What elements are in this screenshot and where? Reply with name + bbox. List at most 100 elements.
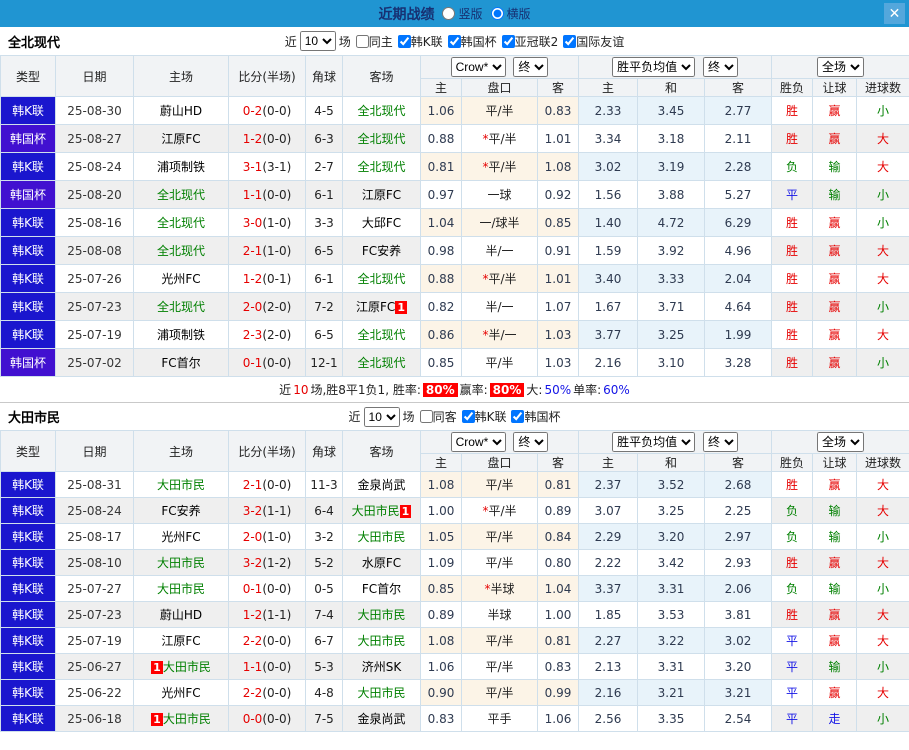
- match-count-select[interactable]: 10: [363, 406, 400, 427]
- cell-crow-away-odds: 1.08: [536, 152, 580, 181]
- cell-opponent-team: 江原FC: [133, 627, 229, 654]
- section-filters: 近 10 场 同客 韩K联 韩国杯: [349, 406, 560, 427]
- summary-part: 60%: [603, 382, 630, 397]
- halftime-score: (1-1): [262, 607, 292, 622]
- table-row: 韩K联 25-08-24 浦项制铁 3-1(3-1) 2-7 全北现代 0.81 *平/半 1.…: [0, 152, 909, 181]
- cell-result-wdl: 胜: [771, 471, 814, 498]
- cell-avg-draw-odds: 3.25: [637, 320, 706, 349]
- cell-league: 韩K联: [0, 96, 56, 125]
- filter-checkbox[interactable]: 国际友谊: [563, 33, 624, 50]
- filter-checkbox-input[interactable]: [501, 34, 515, 48]
- halftime-score: (0-0): [262, 633, 292, 648]
- close-icon[interactable]: ✕: [884, 3, 905, 24]
- average-select[interactable]: 胜平负均值: [612, 57, 696, 77]
- cell-result-handicap: 走: [812, 705, 858, 732]
- fulltime-score: 3-1: [242, 159, 263, 174]
- cell-result-handicap: 输: [812, 575, 858, 602]
- cell-avg-home-odds: 1.40: [578, 208, 639, 237]
- table-row: 韩K联 25-08-31 大田市民 2-1(0-0) 11-3 金泉尚武 1.08 平/半 0.…: [0, 471, 909, 498]
- group-average-odds: 胜平负均值 终: [578, 430, 773, 454]
- cell-avg-draw-odds: 3.53: [637, 601, 706, 628]
- cell-focal-team: 大田市民: [342, 601, 421, 628]
- cell-result-handicap: 赢: [812, 627, 858, 654]
- final-select-1[interactable]: 终: [513, 57, 549, 77]
- filter-checkbox-input[interactable]: [447, 34, 461, 48]
- section-daejeon: 大田市民 近 10 场同客 韩K联 韩国杯 类型 日期 主场 比分(半场) 角球 客场 …: [0, 402, 909, 732]
- cell-avg-draw-odds: 3.42: [637, 549, 706, 576]
- summary-part: 50%: [544, 382, 572, 397]
- filter-checkbox[interactable]: 同客: [419, 408, 457, 425]
- cell-score: 3-1(3-1): [228, 152, 306, 181]
- cell-crow-home-odds: 0.89: [420, 601, 462, 628]
- cell-avg-home-odds: 1.56: [578, 180, 639, 209]
- cell-crow-away-odds: 0.81: [536, 627, 580, 654]
- cell-result-goals: 大: [856, 497, 909, 524]
- cell-score: 2-1(0-0): [228, 471, 306, 498]
- cell-crow-home-odds: 1.08: [420, 471, 462, 498]
- cell-result-wdl: 胜: [771, 601, 814, 628]
- match-count-select[interactable]: 10: [299, 31, 336, 51]
- filter-checkbox-input[interactable]: [397, 34, 411, 48]
- average-select[interactable]: 胜平负均值: [612, 432, 696, 452]
- cell-score: 1-2(0-1): [228, 264, 306, 293]
- filter-checkbox-input[interactable]: [563, 34, 577, 48]
- final-select-2[interactable]: 终: [702, 57, 738, 77]
- radio-vertical-input[interactable]: [442, 7, 456, 20]
- filter-checkbox[interactable]: 亚冠联2: [501, 33, 559, 50]
- fulltime-score: 2-1: [242, 243, 263, 258]
- layout-radio-horizontal[interactable]: 横版: [490, 5, 531, 22]
- cell-handicap-line: *平/半: [461, 264, 538, 293]
- filter-checkbox[interactable]: 同主: [355, 33, 393, 50]
- bookmaker-select[interactable]: Crow*: [450, 432, 506, 452]
- team-name-text: 大田市民: [357, 686, 406, 700]
- filter-checkbox-input[interactable]: [355, 34, 369, 48]
- cell-result-handicap: 赢: [812, 471, 858, 498]
- filter-checkbox-input[interactable]: [511, 410, 525, 423]
- cell-result-handicap: 赢: [812, 264, 858, 293]
- fullmatch-select[interactable]: 全场: [817, 432, 865, 452]
- fulltime-score: 2-1: [242, 477, 263, 492]
- cell-handicap-line: 一/球半: [461, 208, 538, 237]
- filter-checkbox[interactable]: 韩国杯: [447, 33, 497, 50]
- halftime-score: (0-0): [262, 103, 292, 118]
- final-select-2[interactable]: 终: [702, 432, 738, 452]
- cell-handicap-line: *平/半: [461, 497, 538, 524]
- cell-result-goals: 大: [856, 124, 909, 153]
- cell-score: 0-2(0-0): [228, 96, 306, 125]
- cell-result-wdl: 平: [771, 705, 814, 732]
- cell-result-goals: 大: [856, 549, 909, 576]
- fullmatch-select[interactable]: 全场: [817, 57, 865, 77]
- filter-checkbox-input[interactable]: [461, 410, 475, 423]
- cell-avg-away-odds: 3.28: [704, 348, 773, 377]
- team-name-text: 全北现代: [357, 272, 406, 286]
- cell-corner: 12-1: [305, 348, 343, 377]
- cell-date: 25-08-24: [55, 152, 134, 181]
- radio-horizontal-input[interactable]: [490, 7, 504, 20]
- team-name-text: 金泉尚武: [357, 478, 406, 492]
- col-avg-away: 客: [704, 453, 773, 472]
- cell-crow-home-odds: 1.05: [420, 523, 462, 550]
- team-name-text: 大田市民: [351, 504, 400, 518]
- cell-result-handicap: 赢: [812, 96, 858, 125]
- filter-checkbox-input[interactable]: [419, 410, 433, 423]
- filter-checkbox[interactable]: 韩K联: [461, 408, 506, 425]
- cell-avg-away-odds: 2.97: [704, 523, 773, 550]
- results-table: 类型 日期 主场 比分(半场) 角球 客场 Crow* 终 胜平负均值 终 全场: [0, 430, 909, 732]
- filter-checkbox[interactable]: 韩K联: [397, 33, 443, 50]
- section-header: 全北现代 近 10 场 同主 韩K联 韩国杯 亚冠联2 国际友谊: [0, 27, 909, 55]
- layout-radio-vertical[interactable]: 竖版: [442, 5, 483, 22]
- filter-checkbox-label: 同客: [432, 410, 457, 424]
- fulltime-score: 1-2: [242, 271, 263, 286]
- col-home: 主场: [133, 430, 229, 472]
- bookmaker-select[interactable]: Crow*: [450, 57, 506, 77]
- col-avg-home: 主: [578, 78, 639, 97]
- col-home: 主场: [133, 55, 229, 97]
- cell-avg-draw-odds: 3.20: [637, 523, 706, 550]
- team-name-text: 大田市民: [156, 582, 205, 596]
- cell-opponent-team: 蔚山HD: [133, 96, 229, 125]
- cell-avg-home-odds: 2.29: [578, 523, 639, 550]
- final-select-1[interactable]: 终: [513, 432, 549, 452]
- filter-checkbox[interactable]: 韩国杯: [511, 408, 560, 425]
- cell-score: 2-3(2-0): [228, 320, 306, 349]
- filter-checkbox-label: 亚冠联2: [514, 34, 559, 49]
